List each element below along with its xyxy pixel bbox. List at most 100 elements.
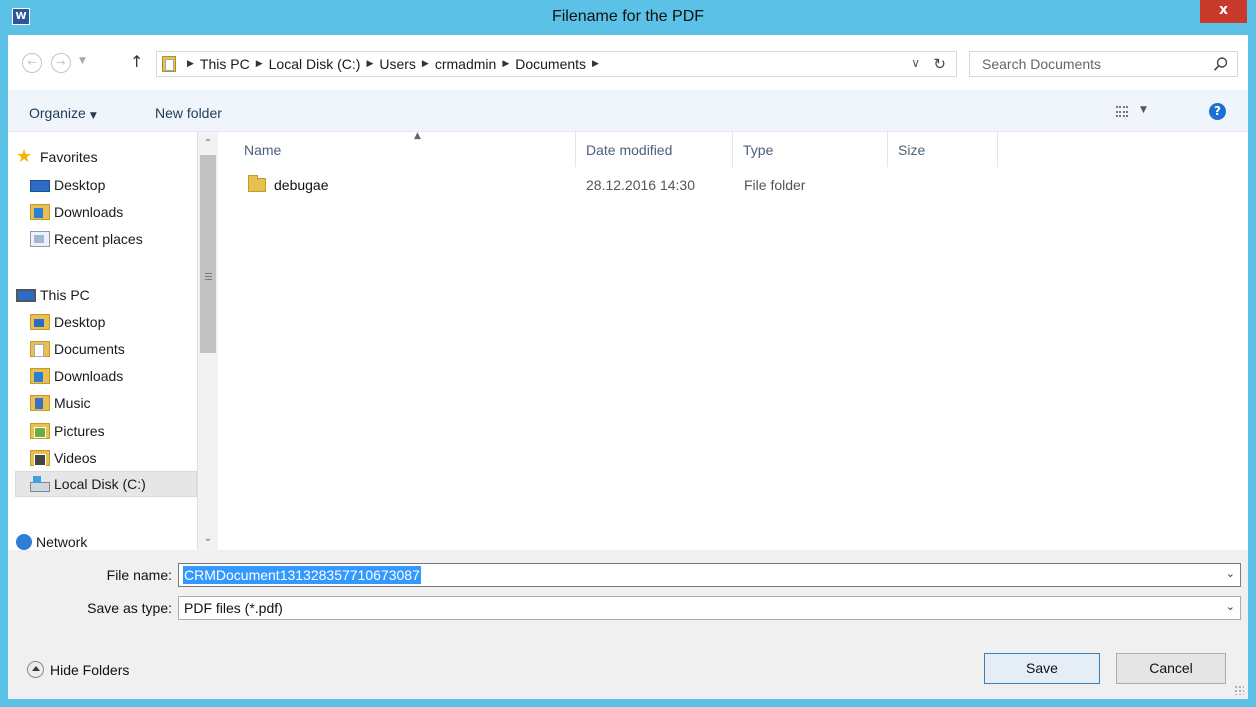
nav-item-videos[interactable]: Videos [30, 445, 220, 471]
save-as-type-value: PDF files (*.pdf) [184, 600, 283, 616]
recent-places-icon [30, 231, 50, 247]
hide-folders-label: Hide Folders [50, 661, 130, 678]
save-options-panel: File name: CRMDocument131328357710673087… [8, 550, 1248, 699]
breadcrumb-arrow-icon[interactable]: ▶ [422, 59, 429, 69]
desktop-icon [30, 180, 50, 192]
breadcrumb-arrow-icon[interactable]: ▶ [366, 59, 373, 69]
column-header-label: Name [244, 142, 282, 158]
close-button[interactable]: x [1200, 0, 1247, 23]
network-icon [16, 534, 32, 550]
nav-item-label: Documents [54, 341, 125, 357]
documents-folder-icon [30, 341, 50, 357]
search-icon[interactable] [1213, 56, 1229, 72]
file-date-modified: 28.12.2016 14:30 [586, 177, 695, 193]
nav-item-label: Favorites [40, 149, 98, 165]
save-as-type-select[interactable]: PDF files (*.pdf) ⌄ [178, 596, 1241, 620]
breadcrumb-arrow-icon[interactable]: ▶ [187, 59, 194, 69]
breadcrumb-arrow-icon[interactable]: ▶ [502, 59, 509, 69]
resize-grip-icon[interactable] [1234, 685, 1244, 695]
recent-locations-dropdown[interactable]: ▼ [79, 56, 86, 66]
nav-item-label: Pictures [54, 423, 105, 439]
nav-item-label: Downloads [54, 204, 124, 220]
breadcrumb: ▶ This PC ▶ Local Disk (C:) ▶ Users ▶ cr… [181, 56, 605, 72]
new-folder-button[interactable]: New folder [155, 105, 222, 121]
local-disk-icon [30, 475, 50, 492]
desktop-folder-icon [30, 314, 50, 330]
file-name-field[interactable]: CRMDocument131328357710673087 ⌄ [178, 563, 1241, 587]
nav-item-label: Desktop [54, 177, 106, 193]
search-box[interactable] [969, 51, 1238, 77]
nav-item-desktop-folder[interactable]: Desktop [30, 309, 220, 335]
nav-item-label: Videos [54, 450, 97, 466]
forward-button[interactable]: → [51, 53, 71, 73]
save-button[interactable]: Save [984, 653, 1100, 684]
address-row: ← → ▼ ↑ ▶ This PC ▶ Local Disk (C:) ▶ Us… [8, 35, 1248, 90]
nav-item-label: Downloads [54, 368, 124, 384]
music-folder-icon [30, 395, 50, 411]
nav-item-music[interactable]: Music [30, 390, 220, 416]
organize-button[interactable]: Organize ▼ [29, 105, 97, 121]
chevron-down-icon[interactable]: ⌄ [1226, 567, 1235, 580]
nav-item-documents[interactable]: Documents [30, 336, 220, 362]
pictures-folder-icon [30, 423, 50, 439]
breadcrumb-local-disk[interactable]: Local Disk (C:) [269, 56, 361, 72]
breadcrumb-documents[interactable]: Documents [515, 56, 586, 72]
breadcrumb-arrow-icon[interactable]: ▶ [592, 59, 599, 69]
breadcrumb-crmadmin[interactable]: crmadmin [435, 56, 496, 72]
back-button[interactable]: ← [22, 53, 42, 73]
folder-icon [162, 56, 176, 72]
up-arrow-button[interactable]: ↑ [130, 52, 143, 71]
help-icon[interactable]: ? [1209, 103, 1226, 120]
column-header-date-modified[interactable]: Date modified [576, 132, 733, 167]
search-input[interactable] [970, 52, 1206, 76]
column-header-size[interactable]: Size [888, 132, 998, 167]
file-row[interactable]: debugae 28.12.2016 14:30 File folder [244, 174, 994, 198]
nav-scrollbar[interactable]: ⌃ ⌄ [197, 132, 218, 550]
file-type: File folder [744, 177, 806, 193]
sort-ascending-icon: ▲ [414, 131, 421, 141]
downloads-folder-icon [30, 368, 50, 384]
address-bar[interactable]: ▶ This PC ▶ Local Disk (C:) ▶ Users ▶ cr… [156, 51, 957, 77]
scroll-down-icon[interactable]: ⌄ [198, 530, 218, 547]
nav-item-recent-places[interactable]: Recent places [30, 226, 220, 252]
grip-icon [205, 273, 212, 280]
nav-item-network[interactable]: Network [16, 529, 206, 550]
file-name: debugae [274, 177, 329, 193]
change-view-button[interactable]: ▼ [1116, 104, 1156, 120]
title-bar: W Filename for the PDF x [0, 0, 1256, 35]
breadcrumb-users[interactable]: Users [379, 56, 416, 72]
navigation-pane: ★ Favorites Desktop Downloads Recent pla… [8, 132, 221, 550]
breadcrumb-this-pc[interactable]: This PC [200, 56, 250, 72]
file-name-label: File name: [106, 567, 172, 583]
address-dropdown-icon[interactable]: ∨ [911, 56, 920, 70]
nav-item-desktop[interactable]: Desktop [30, 172, 220, 198]
dialog-client-area: ← → ▼ ↑ ▶ This PC ▶ Local Disk (C:) ▶ Us… [8, 35, 1248, 699]
save-as-type-label: Save as type: [87, 600, 172, 616]
nav-item-favorites[interactable]: ★ Favorites [16, 144, 206, 170]
breadcrumb-arrow-icon[interactable]: ▶ [256, 59, 263, 69]
star-icon: ★ [16, 146, 33, 167]
nav-item-label: Desktop [54, 314, 106, 330]
nav-item-pictures[interactable]: Pictures [30, 418, 220, 444]
chevron-down-icon[interactable]: ⌄ [1226, 600, 1235, 613]
file-name-value[interactable]: CRMDocument131328357710673087 [183, 566, 421, 584]
column-header-name[interactable]: Name ▲ [234, 131, 576, 167]
cancel-button[interactable]: Cancel [1116, 653, 1226, 684]
nav-item-label: Music [54, 395, 91, 411]
nav-item-local-disk[interactable]: Local Disk (C:) [15, 471, 197, 497]
nav-item-label: Recent places [54, 231, 143, 247]
nav-item-this-pc[interactable]: This PC [16, 282, 206, 308]
chevron-down-icon: ▼ [89, 111, 97, 121]
refresh-icon[interactable]: ↻ [933, 55, 946, 73]
file-list: Name ▲ Date modified Type Size debugae 2… [221, 131, 1248, 550]
scroll-up-icon[interactable]: ⌃ [198, 135, 218, 152]
nav-item-label: Network [36, 534, 88, 550]
nav-item-downloads-pc[interactable]: Downloads [30, 363, 220, 389]
save-dialog-window: W Filename for the PDF x ← → ▼ ↑ ▶ This … [0, 0, 1256, 707]
hide-folders-button[interactable]: Hide Folders [27, 661, 129, 678]
window-title: Filename for the PDF [551, 8, 705, 25]
collapse-up-icon [27, 661, 44, 678]
nav-item-downloads[interactable]: Downloads [30, 199, 220, 225]
scrollbar-thumb[interactable] [200, 155, 216, 353]
column-header-type[interactable]: Type [733, 132, 888, 167]
